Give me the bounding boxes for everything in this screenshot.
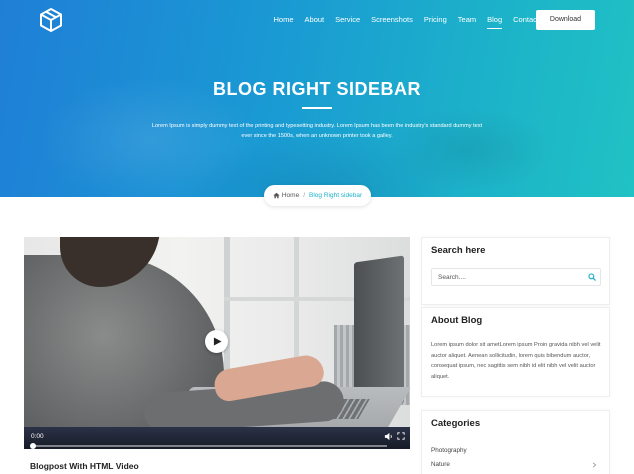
fullscreen-icon[interactable]	[397, 432, 405, 440]
breadcrumb-current: Blog Right sidebar	[309, 192, 363, 199]
about-widget-title: About Blog	[431, 315, 483, 326]
nav-item-pricing[interactable]: Pricing	[418, 14, 452, 26]
search-box	[431, 268, 601, 286]
categories-widget-title: Categories	[431, 418, 481, 429]
home-icon[interactable]	[273, 192, 280, 199]
categories-list: Photography Nature	[431, 444, 601, 472]
page-title: BLOG RIGHT SIDEBAR	[212, 79, 421, 99]
breadcrumb-home-link[interactable]: Home	[282, 192, 299, 199]
hero-banner: Home About Service Screenshots Pricing T…	[0, 0, 634, 197]
category-item-nature[interactable]: Nature	[431, 458, 601, 472]
volume-icon[interactable]	[384, 432, 393, 441]
nav-item-blog[interactable]: Blog	[482, 14, 508, 29]
video-progress-handle[interactable]	[30, 443, 36, 449]
page-subtitle: Lorem Ipsum is simply dummy text of the …	[151, 123, 483, 139]
play-icon	[213, 337, 222, 346]
nav-item-about[interactable]: About	[299, 14, 330, 26]
play-button[interactable]	[205, 330, 228, 353]
nav-item-team[interactable]: Team	[452, 14, 481, 26]
nav-item-screenshots[interactable]: Screenshots	[366, 14, 419, 26]
about-widget-text: Lorem ipsum dolor sit ametLorem ipsum Pr…	[431, 342, 601, 380]
breadcrumb-separator: /	[303, 192, 306, 199]
nav-item-service[interactable]: Service	[330, 14, 366, 26]
categories-widget: Categories Photography Nature	[421, 410, 610, 474]
search-widget: Search here	[421, 237, 610, 305]
category-label: Photography	[431, 447, 467, 454]
video-progress-bar[interactable]	[31, 445, 387, 447]
breadcrumb: Home / Blog Right sidebar	[264, 185, 371, 206]
about-widget: About Blog Lorem ipsum dolor sit ametLor…	[421, 307, 610, 397]
chevron-right-icon	[592, 462, 597, 468]
video-time: 0:00	[31, 433, 44, 440]
post-title[interactable]: Blogpost With HTML Video	[30, 461, 139, 471]
category-item-photography[interactable]: Photography	[431, 444, 601, 458]
title-divider	[302, 107, 332, 109]
search-widget-title: Search here	[431, 245, 486, 256]
search-icon[interactable]	[588, 273, 596, 281]
nav-item-home[interactable]: Home	[268, 14, 299, 26]
search-input[interactable]	[432, 269, 582, 285]
category-label: Nature	[431, 461, 450, 468]
download-button[interactable]: Download	[536, 10, 595, 30]
main-nav: Home About Service Screenshots Pricing T…	[268, 14, 545, 29]
cube-logo-icon[interactable]	[38, 7, 64, 33]
